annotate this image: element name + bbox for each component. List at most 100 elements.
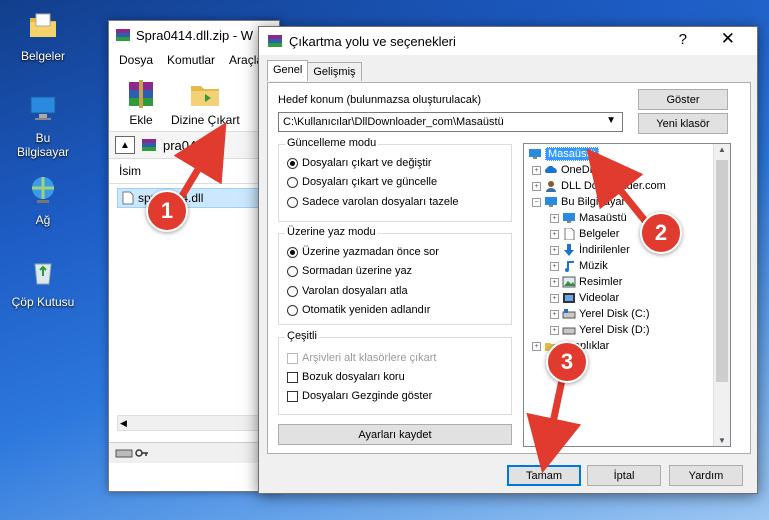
new-folder-button[interactable]: Yeni klasör (638, 113, 728, 134)
show-button[interactable]: Göster (638, 89, 728, 110)
tree-item-music[interactable]: + Müzik (550, 258, 608, 274)
folder-extract-icon (191, 86, 220, 106)
video-icon (563, 293, 575, 303)
arrow-up-icon[interactable]: ▲ (718, 145, 726, 154)
expand-icon[interactable]: + (550, 229, 559, 239)
expand-icon[interactable]: + (550, 325, 559, 335)
recycle-bin-icon (34, 263, 52, 285)
expand-icon[interactable]: + (532, 165, 541, 175)
add-button[interactable]: Ekle (121, 78, 161, 131)
overwrite-option-label: Varolan dosyaları atla (302, 285, 408, 297)
archive-add-icon (129, 80, 153, 108)
destination-label: Hedef konum (bulunmazsa oluşturulacak) (278, 94, 481, 106)
horizontal-scrollbar[interactable]: ◀ (117, 415, 271, 431)
radio-button[interactable] (287, 285, 298, 297)
dialog-titlebar[interactable]: Çıkartma yolu ve seçenekleri ? ✕ (259, 27, 757, 55)
tree-item-videos[interactable]: + Videolar (550, 290, 619, 306)
expand-icon[interactable]: + (532, 341, 541, 351)
desktop-icon-network[interactable]: Ağ (8, 174, 78, 227)
radio-button[interactable] (287, 265, 298, 277)
update-option-update[interactable]: Dosyaları çıkart ve güncelle (287, 176, 437, 188)
arrow-down-icon[interactable]: ▼ (718, 436, 726, 445)
tree-item-label: OneDrive (561, 164, 608, 176)
tree-item-disk-d[interactable]: + Yerel Disk (D:) (550, 322, 650, 338)
document-icon (564, 228, 575, 240)
checkbox[interactable] (287, 371, 298, 383)
update-option-replace[interactable]: Dosyaları çıkart ve değiştir (287, 157, 432, 169)
tree-item-label: İndirilenler (579, 244, 630, 256)
tree-item-documents[interactable]: + Belgeler (550, 226, 619, 242)
overwrite-option-label: Sormadan üzerine yaz (302, 265, 413, 277)
download-icon (564, 244, 574, 256)
tree-item-label: Yerel Disk (D:) (579, 324, 650, 336)
collapse-icon[interactable]: − (532, 197, 541, 207)
expand-icon[interactable]: + (550, 245, 559, 255)
winrar-titlebar[interactable]: Spra0414.dll.zip - W (109, 21, 279, 49)
misc-option-keep-broken[interactable]: Bozuk dosyaları koru (287, 371, 405, 383)
overwrite-option-ask[interactable]: Üzerine yazmadan önce sor (287, 246, 439, 258)
key-icon (135, 449, 148, 457)
archive-icon (142, 139, 156, 151)
misc-option-label: Dosyaları Gezginde göster (302, 390, 433, 402)
tree-item-onedrive[interactable]: + OneDrive (532, 162, 607, 178)
overwrite-option-rename[interactable]: Otomatik yeniden adlandır (287, 304, 430, 316)
destination-combobox[interactable]: C:\Kullanıcılar\DllDownloader_com\Masaüs… (278, 112, 623, 132)
overwrite-option-without-prompt[interactable]: Sormadan üzerine yaz (287, 265, 412, 277)
help-button[interactable]: Yardım (669, 465, 743, 486)
file-row[interactable]: spra0414.dll (117, 188, 263, 208)
up-folder-button[interactable]: ▲ (115, 136, 135, 154)
cancel-button[interactable]: İptal (587, 465, 661, 486)
tree-item-user[interactable]: + DLL Downloader.com (532, 178, 666, 194)
computer-icon (30, 96, 56, 120)
tree-vertical-scrollbar[interactable]: ▲ ▼ (713, 144, 730, 446)
desktop-icon-this-pc[interactable]: Bu Bilgisayar (8, 92, 78, 159)
folder-tree[interactable]: Masaüstü + OneDrive + DLL Downloader.com −… (523, 143, 731, 447)
expand-icon[interactable]: + (532, 181, 541, 191)
expand-icon[interactable]: + (550, 293, 559, 303)
picture-icon (562, 276, 576, 288)
tree-item-label: Belgeler (579, 228, 620, 240)
extract-to-button[interactable]: Dizine Çıkart (171, 78, 240, 131)
menu-file[interactable]: Dosya (119, 53, 153, 67)
winrar-toolbar: Ekle Dizine Çıkart (109, 71, 279, 132)
scrollbar-thumb[interactable] (716, 160, 728, 382)
radio-button-selected[interactable] (287, 246, 298, 258)
desktop-icon-recycle-bin[interactable]: Çöp Kutusu (8, 256, 78, 309)
dll-file-icon (122, 191, 134, 205)
chevron-down-icon[interactable]: ▼ (606, 115, 616, 126)
close-icon[interactable]: ✕ (721, 29, 735, 49)
overwrite-option-skip[interactable]: Varolan dosyaları atla (287, 285, 408, 297)
tree-item-label: DLL Downloader.com (561, 180, 666, 192)
menu-commands[interactable]: Komutlar (167, 53, 215, 67)
radio-button[interactable] (287, 304, 298, 316)
tree-item-pictures[interactable]: + Resimler (550, 274, 622, 290)
tab-general[interactable]: Genel (267, 60, 309, 81)
radio-button[interactable] (287, 176, 298, 188)
radio-button[interactable] (287, 196, 298, 208)
expand-icon[interactable]: + (550, 309, 559, 319)
update-mode-group: Güncelleme modu Dosyaları çıkart ve deği… (278, 137, 512, 222)
radio-button-selected[interactable] (287, 157, 298, 169)
desktop-icon-label: Belgeler (20, 49, 66, 63)
column-header-name[interactable]: İsim (109, 159, 279, 184)
disk-icon (562, 309, 576, 319)
help-icon[interactable]: ? (679, 31, 687, 48)
expand-icon[interactable]: + (550, 261, 559, 271)
checkbox[interactable] (287, 390, 298, 402)
tree-item-label: Bu Bilgisayar (561, 196, 626, 208)
tree-item-desktop[interactable]: Masaüstü (528, 146, 599, 162)
tree-item-disk-c[interactable]: + Yerel Disk (C:) (550, 306, 650, 322)
expand-icon[interactable]: + (550, 277, 559, 287)
update-option-freshen[interactable]: Sadece varolan dosyaları tazele (287, 196, 459, 208)
tab-advanced[interactable]: Gelişmiş (307, 62, 362, 81)
expand-icon[interactable]: + (550, 213, 559, 223)
desktop-icon-label: Çöp Kutusu (11, 295, 75, 309)
tree-item-downloads[interactable]: + İndirilenler (550, 242, 630, 258)
tree-item-pc-desktop[interactable]: + Masaüstü (550, 210, 627, 226)
tree-item-this-pc[interactable]: − Bu Bilgisayar (532, 194, 625, 210)
ok-button[interactable]: Tamam (507, 465, 581, 486)
step-marker-3: 3 (546, 341, 588, 383)
save-settings-button[interactable]: Ayarları kaydet (278, 424, 512, 445)
desktop-icon-documents[interactable]: Belgeler (8, 10, 78, 63)
misc-option-show-in-explorer[interactable]: Dosyaları Gezginde göster (287, 390, 432, 402)
